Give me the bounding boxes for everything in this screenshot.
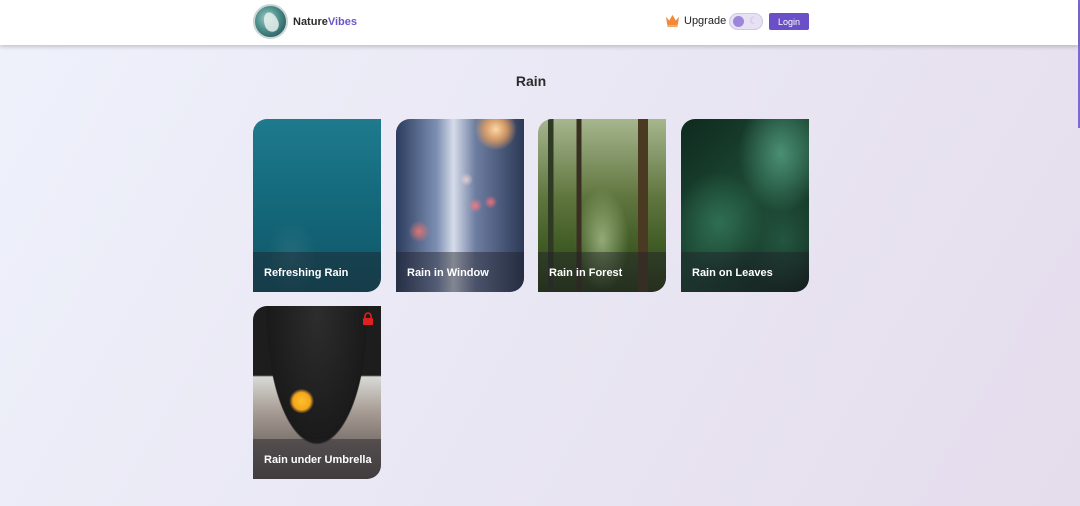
upgrade-label: Upgrade (684, 14, 727, 27)
sound-card-rain-on-leaves[interactable]: Rain on Leaves (681, 119, 809, 292)
card-label: Rain in Window (407, 267, 489, 279)
brand-name-part1: Nature (293, 15, 328, 28)
card-label: Rain in Forest (549, 267, 623, 279)
brand-logo-link[interactable]: NatureVibes (253, 4, 357, 39)
card-label: Refreshing Rain (264, 267, 349, 279)
toggle-knob (733, 16, 744, 27)
card-label: Rain under Umbrella (264, 454, 372, 466)
crown-icon (665, 14, 680, 28)
sound-card-rain-in-window[interactable]: Rain in Window (396, 119, 524, 292)
upgrade-link[interactable]: Upgrade (665, 13, 726, 28)
sound-card-rain-in-forest[interactable]: Rain in Forest (538, 119, 666, 292)
card-label: Rain on Leaves (692, 267, 773, 279)
sound-card-refreshing-rain[interactable]: Refreshing Rain (253, 119, 381, 292)
lock-icon (363, 312, 373, 325)
top-nav-bar: NatureVibes Upgrade ☾ Login (0, 0, 1078, 45)
page-title: Rain (515, 73, 547, 89)
brand-name: NatureVibes (293, 16, 357, 28)
moon-icon: ☾ (749, 16, 758, 27)
nature-logo-icon (253, 4, 288, 39)
sound-card-rain-under-umbrella[interactable]: Rain under Umbrella (253, 306, 381, 479)
brand-name-part2: Vibes (327, 15, 357, 28)
theme-toggle[interactable]: ☾ (729, 13, 763, 30)
login-button[interactable]: Login (769, 13, 809, 30)
